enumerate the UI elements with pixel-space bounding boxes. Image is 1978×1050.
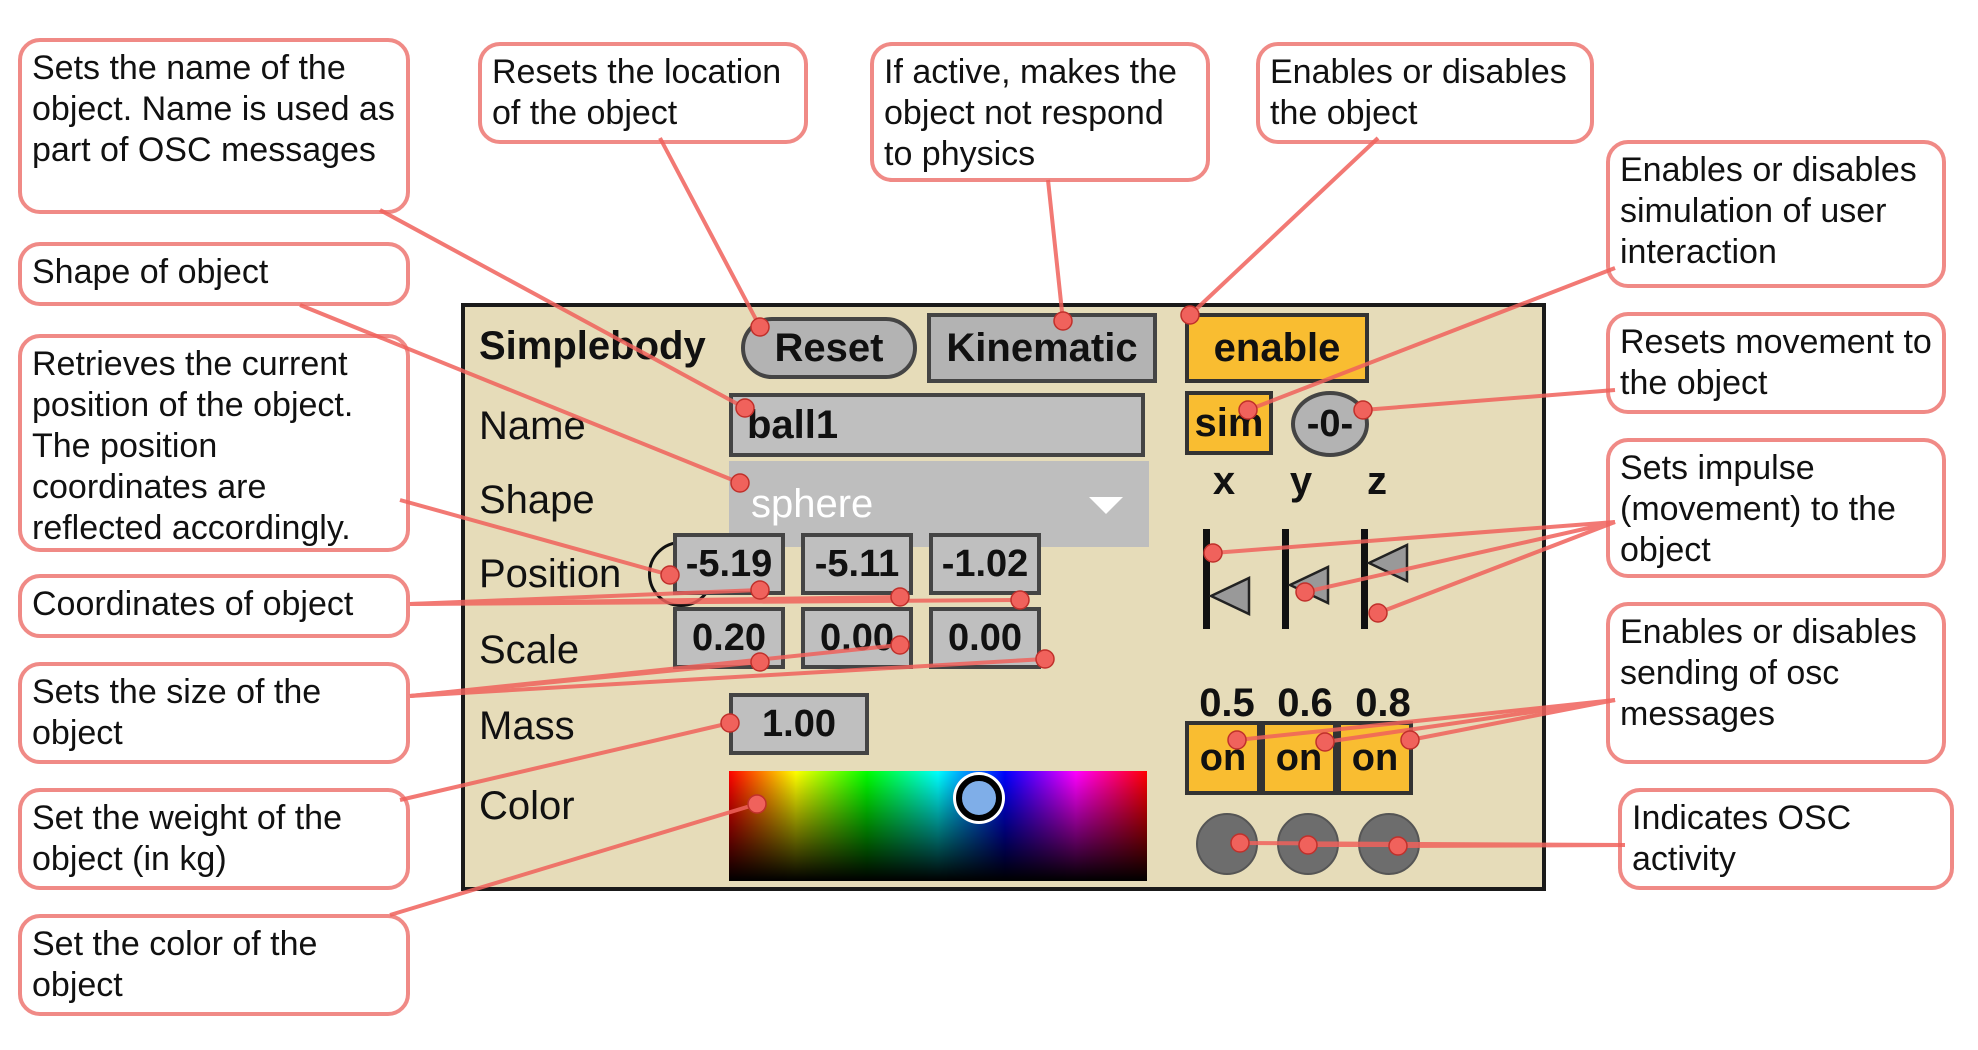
kinematic-toggle[interactable]: Kinematic	[927, 313, 1157, 383]
scale-input-z[interactable]: 0.00	[929, 607, 1041, 669]
mass-input[interactable]: 1.00	[729, 693, 869, 755]
position-input-x[interactable]: -5.19	[673, 533, 785, 595]
osc-activity-led-z	[1358, 813, 1420, 875]
position-input-y[interactable]: -5.11	[801, 533, 913, 595]
axis-label-z: z	[1367, 459, 1387, 503]
osc-toggle-z[interactable]: on	[1337, 721, 1413, 795]
callout-zero: Resets movement to the object	[1606, 312, 1946, 414]
chevron-down-icon	[1089, 497, 1123, 514]
callout-shape: Shape of object	[18, 242, 410, 306]
axis-label-x: x	[1212, 459, 1236, 503]
sim-toggle[interactable]: sim	[1185, 391, 1273, 455]
color-picker[interactable]	[729, 771, 1147, 881]
callout-scale: Sets the size of the object	[18, 662, 410, 764]
callout-kinematic: If active, makes the object not respond …	[870, 42, 1210, 182]
enable-toggle[interactable]: enable	[1185, 313, 1369, 383]
callout-color: Set the color of the object	[18, 914, 410, 1016]
axis-label-y: y	[1289, 459, 1313, 503]
mass-label: Mass	[479, 704, 575, 748]
shape-label: Shape	[479, 478, 595, 522]
impulse-value-z: 0.8	[1355, 681, 1411, 725]
callout-sim: Enables or disables simulation of user i…	[1606, 140, 1946, 288]
osc-activity-led-y	[1277, 813, 1339, 875]
osc-toggle-x[interactable]: on	[1185, 721, 1261, 795]
name-label: Name	[479, 404, 586, 448]
reset-button[interactable]: Reset	[741, 317, 917, 379]
impulse-value-y: 0.6	[1277, 681, 1333, 725]
callout-impulse: Sets impulse (movement) to the object	[1606, 438, 1946, 578]
scale-label: Scale	[479, 628, 580, 672]
osc-activity-led-x	[1196, 813, 1258, 875]
zero-button[interactable]: -0-	[1291, 391, 1369, 457]
panel-title: Simplebody	[479, 324, 706, 368]
color-label: Color	[479, 784, 575, 828]
callout-reset: Resets the location of the object	[478, 42, 808, 144]
annotated-screenshot: Sets the name of the object. Name is use…	[0, 0, 1978, 1050]
callout-position: Retrieves the current position of the ob…	[18, 334, 410, 552]
simplebody-panel: Simplebody Reset Kinematic enable Name b…	[461, 303, 1546, 891]
impulse-value-x: 0.5	[1199, 681, 1255, 725]
callout-coordinates: Coordinates of object	[18, 574, 410, 638]
callout-name: Sets the name of the object. Name is use…	[18, 38, 410, 214]
position-label: Position	[479, 552, 622, 596]
name-field[interactable]: ball1	[729, 393, 1145, 457]
callout-osc-send: Enables or disables sending of osc messa…	[1606, 602, 1946, 764]
osc-toggle-y[interactable]: on	[1261, 721, 1337, 795]
flag-icon	[1367, 543, 1409, 583]
flag-icon	[1209, 576, 1251, 616]
scale-input-y[interactable]: 0.00	[801, 607, 913, 669]
callout-osc-activity: Indicates OSC activity	[1618, 788, 1954, 890]
impulse-slider-z[interactable]	[1361, 529, 1421, 629]
shape-dropdown-value: sphere	[751, 481, 874, 526]
callout-mass: Set the weight of the object (in kg)	[18, 788, 410, 890]
color-picker-knob[interactable]	[956, 775, 1002, 821]
position-input-z[interactable]: -1.02	[929, 533, 1041, 595]
impulse-slider-y[interactable]	[1282, 529, 1342, 629]
callout-enable: Enables or disables the object	[1256, 42, 1594, 144]
flag-icon	[1288, 565, 1330, 605]
impulse-slider-x[interactable]	[1203, 529, 1263, 629]
scale-input-x[interactable]: 0.20	[673, 607, 785, 669]
